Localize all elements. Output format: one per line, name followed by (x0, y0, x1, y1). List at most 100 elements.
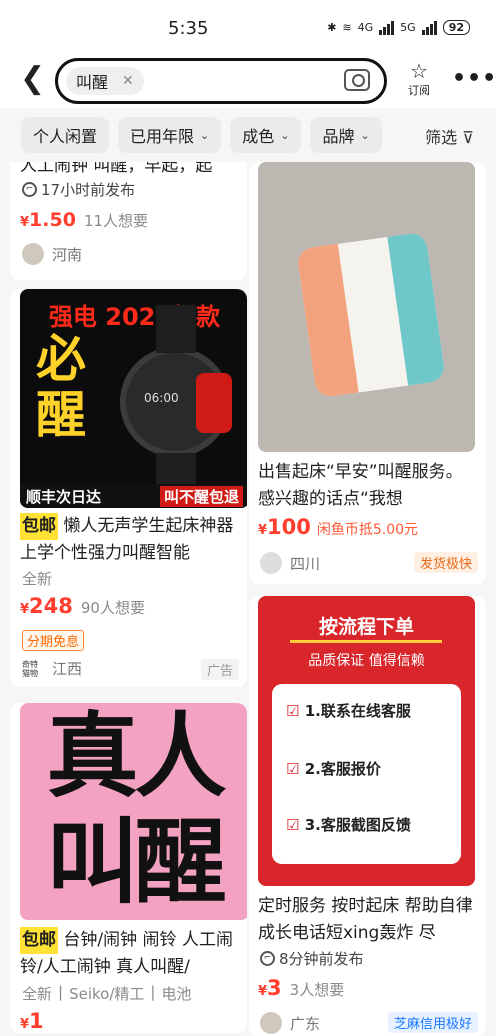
watch-image: 06:00 (120, 305, 232, 501)
credit-badge: 芝麻信用极好 (387, 1012, 478, 1033)
image-line-2: 叫醒 (46, 809, 226, 916)
product-card[interactable]: 按流程下单 品质保证 值得信赖 ☑ 1.联系在线客服 ☑ 2.客服报价 ☑ 3.… (249, 596, 486, 1036)
price: ¥1.50 (20, 209, 76, 231)
poster-subtitle: 品质保证 值得信赖 (308, 653, 425, 669)
price: ¥1 (20, 1009, 44, 1033)
filter-condition[interactable]: 成色 ⌄ (230, 117, 302, 153)
product-title: 包邮 懒人无声学生起床神器上学个性强力叫醒智能 (20, 513, 242, 567)
chevron-down-icon: ⌄ (200, 128, 210, 142)
filter-label: 品牌 (322, 127, 355, 146)
step-label: 1.联系在线客服 (304, 702, 411, 720)
ad-label: 广告 (200, 659, 239, 680)
seller-location: 河南 (22, 243, 82, 265)
product-title: 定时服务 按时起床 帮助自律成长电话短xing轰炸 尽 (258, 896, 473, 943)
price-value: 3 (267, 976, 282, 1000)
fast-shipping-badge: 发货极快 (413, 552, 478, 573)
poster-step: ☑ 3.客服截图反馈 (286, 814, 411, 835)
filter-brand[interactable]: 品牌 ⌄ (310, 117, 382, 153)
poster-step: ☑ 2.客服报价 (286, 758, 381, 779)
chevron-down-icon: ⌄ (360, 128, 370, 142)
step-label: 3.客服截图反馈 (304, 816, 411, 834)
product-card[interactable]: 人工闹钟 叫醒，早起，起 ⌐ 17小时前发布 ¥1.50 11人想要 河南 (10, 162, 247, 280)
meta-item: 电池 (161, 985, 192, 1003)
time-badge: ⌐ 8分钟前发布 (260, 948, 364, 969)
price: ¥248 (20, 594, 73, 618)
poster-title: 按流程下单 (318, 616, 414, 638)
check-icon: ☑ (286, 702, 300, 720)
network-1-label: 4G (357, 21, 374, 34)
free-shipping-tag: 包邮 (20, 927, 58, 954)
clear-chip-icon[interactable]: ✕ (122, 73, 134, 89)
search-header: ❮ 叫醒 ✕ ☆ 订阅 ••• (0, 56, 496, 108)
network-2-label: 5G (400, 21, 416, 34)
wants-count: 11人想要 (83, 212, 149, 230)
filter-label: 已用年限 (130, 127, 195, 146)
image-headline: 强电 2024新款 (48, 303, 221, 331)
subscribe-button[interactable]: ☆ 订阅 (402, 60, 436, 98)
status-icons: ✱ ≋ 4G 5G 92 (327, 20, 470, 35)
price-value: 1.50 (29, 209, 76, 231)
subscribe-icon: ☆ (410, 59, 428, 83)
price-value: 248 (29, 594, 73, 618)
signal-2-icon (421, 20, 437, 35)
product-image (258, 162, 475, 452)
subscribe-label: 订阅 (408, 84, 430, 97)
status-bar: 5:35 ✱ ≋ 4G 5G 92 (0, 0, 496, 56)
location-label: 广东 (290, 1014, 321, 1033)
clock-icon: ⌐ (260, 951, 275, 966)
search-bar[interactable]: 叫醒 ✕ (55, 58, 387, 104)
product-title: 人工闹钟 叫醒，早起，起 (20, 162, 213, 176)
image-banner: 顺丰次日达 叫不醒包退 (20, 484, 247, 508)
filter-select-button[interactable]: 筛选 ⊽ (425, 124, 474, 148)
promo-badge: 分期免息 (22, 630, 85, 651)
seller-location: 奇特 猫物 江西 (22, 658, 82, 679)
condition: 全新 (22, 570, 53, 588)
wants-count: 3人想要 (289, 981, 345, 999)
location-label: 四川 (290, 554, 321, 573)
coin-discount: 闲鱼币抵5.00元 (316, 522, 419, 538)
free-shipping-tag: 包邮 (20, 513, 58, 540)
time-badge-label: 17小时前发布 (41, 181, 136, 199)
price: ¥3 (258, 976, 282, 1000)
tissue-pack-image (296, 231, 446, 399)
avatar (260, 1012, 282, 1034)
clock-icon: ⌐ (22, 182, 37, 197)
watch-time: 06:00 (144, 391, 179, 405)
location-label: 河南 (52, 245, 83, 264)
check-icon: ☑ (286, 760, 300, 778)
product-card[interactable]: 强电 2024新款 必醒 06:00 顺丰次日达 叫不醒包退 包邮 懒人无声学生… (10, 289, 247, 687)
product-card[interactable]: 真人 叫醒 包邮 台钟/闹钟 闹铃 人工闹铃/人工闹钟 真人叫醒/ 全新 | Se… (10, 703, 247, 1033)
product-image: 真人 叫醒 (20, 703, 247, 920)
funnel-icon: ⊽ (462, 128, 474, 147)
filter-select-label: 筛选 (425, 128, 458, 147)
filter-personal[interactable]: 个人闲置 (21, 117, 110, 153)
price-value: 1 (29, 1009, 44, 1033)
image-big-text: 必醒 (36, 330, 86, 444)
location-label: 江西 (52, 660, 83, 678)
product-image: 强电 2024新款 必醒 06:00 顺丰次日达 叫不醒包退 (20, 289, 247, 508)
seller-mark: 奇特 猫物 (22, 659, 38, 678)
price-value: 100 (267, 515, 311, 539)
more-icon[interactable]: ••• (452, 66, 496, 91)
product-title: 出售起床“早安”叫醒服务。 感兴趣的话点“我想 (258, 462, 463, 509)
wants-count: 90人想要 (80, 599, 145, 617)
camera-icon[interactable] (344, 69, 370, 91)
meta-divider: | (58, 983, 64, 1001)
check-icon: ☑ (286, 816, 300, 834)
search-chip-label: 叫醒 (76, 73, 109, 92)
avatar (260, 552, 282, 574)
product-card[interactable]: 出售起床“早安”叫醒服务。 感兴趣的话点“我想 ¥100 闲鱼币抵5.00元 四… (249, 162, 486, 584)
chevron-left-icon: ❮ (20, 61, 46, 96)
meta-item: Seiko/精工 (69, 985, 145, 1003)
banner-right: 叫不醒包退 (159, 485, 243, 507)
search-chip[interactable]: 叫醒 ✕ (66, 67, 144, 95)
wifi-icon: ≋ (342, 21, 352, 34)
image-line-1: 真人 (46, 703, 226, 810)
poster-steps-panel: ☑ 1.联系在线客服 ☑ 2.客服报价 ☑ 3.客服截图反馈 (272, 684, 461, 864)
battery-icon: 92 (442, 20, 470, 35)
product-meta: 全新 | Seiko/精工 | 电池 (22, 983, 191, 1004)
meta-divider: | (150, 983, 156, 1001)
back-button[interactable]: ❮ (20, 64, 45, 94)
avatar (22, 243, 44, 265)
filter-years[interactable]: 已用年限 ⌄ (118, 117, 222, 153)
